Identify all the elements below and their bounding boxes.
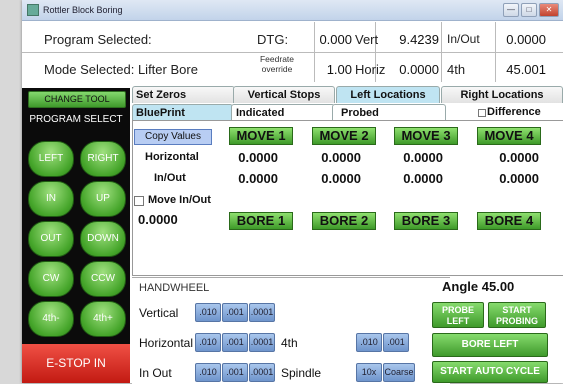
jog-down-button[interactable]: DOWN — [80, 221, 126, 257]
angle-label: Angle — [442, 279, 479, 294]
tab-right-locations[interactable]: Right Locations — [441, 86, 563, 103]
tab-vertical-stops[interactable]: Vertical Stops — [233, 86, 335, 103]
horiz-value: 0.0000 — [399, 62, 439, 77]
angle-readout: Angle 45.00 — [442, 279, 514, 294]
vertical-step-001[interactable]: .001 — [222, 303, 248, 322]
tab-probed[interactable]: Probed — [332, 104, 446, 121]
start-probing-button[interactable]: START PROBING — [488, 302, 546, 328]
inout-step-001[interactable]: .001 — [222, 363, 248, 382]
application-window: Rottler Block Boring — □ ✕ Program Selec… — [22, 0, 563, 384]
horizontal-value-3: 0.0000 — [403, 150, 443, 165]
jog-control-panel: CHANGE TOOL PROGRAM SELECT LEFT RIGHT IN… — [22, 88, 130, 383]
feedrate-value: 1.00 — [326, 62, 352, 77]
angle-value: 45.00 — [481, 279, 515, 294]
tab-blueprint[interactable]: BluePrint — [132, 104, 233, 121]
change-tool-button[interactable]: CHANGE TOOL — [28, 91, 126, 108]
tab-indicated[interactable]: Indicated — [231, 104, 335, 121]
move-2-button[interactable]: MOVE 2 — [312, 127, 376, 145]
inout-step-010[interactable]: .010 — [195, 363, 221, 382]
horizontal-value-4: 0.0000 — [499, 150, 539, 165]
window-title: Rottler Block Boring — [43, 5, 123, 15]
jog-up-button[interactable]: UP — [80, 181, 126, 217]
program-selected-label: Program Selected: — [44, 32, 152, 47]
tab-set-zeros[interactable]: Set Zeros — [132, 86, 235, 103]
handwheel-spindle-label: Spindle — [281, 366, 322, 380]
horizontal-step-001[interactable]: .001 — [222, 333, 248, 352]
bore-left-button[interactable]: BORE LEFT — [432, 333, 548, 357]
window-controls: — □ ✕ — [503, 3, 559, 17]
fourth-axis-label: 4th — [447, 62, 466, 77]
vert-value: 9.4239 — [399, 32, 439, 47]
inout-label: In/Out — [447, 32, 480, 46]
maximize-button[interactable]: □ — [521, 3, 537, 17]
spindle-step-coarse[interactable]: Coarse — [383, 363, 415, 382]
difference-checkbox[interactable] — [478, 109, 486, 117]
handwheel-fourth-label: 4th — [281, 336, 298, 350]
difference-label: Difference — [487, 106, 541, 118]
fourth-step-010[interactable]: .010 — [356, 333, 382, 352]
move-inout-value[interactable]: 0.0000 — [138, 212, 208, 227]
vertical-step-0001[interactable]: .0001 — [249, 303, 275, 322]
fourth-step-001[interactable]: .001 — [383, 333, 409, 352]
status-panel: Program Selected: Mode Selected: Lifter … — [22, 22, 563, 82]
fourth-axis-value: 45.001 — [506, 62, 546, 77]
bore-3-button[interactable]: BORE 3 — [394, 212, 458, 230]
move-inout-label: Move In/Out — [148, 194, 211, 206]
vert-label: Vert — [355, 32, 379, 47]
jog-fourth-plus-button[interactable]: 4th+ — [80, 301, 126, 337]
horizontal-row-label: Horizontal — [145, 151, 199, 163]
move-inout-checkbox[interactable] — [134, 196, 144, 206]
horizontal-step-0001[interactable]: .0001 — [249, 333, 275, 352]
copy-values-button[interactable]: Copy Values — [134, 129, 212, 145]
start-auto-cycle-button[interactable]: START AUTO CYCLE — [432, 361, 548, 383]
horizontal-value-2: 0.0000 — [321, 150, 361, 165]
handwheel-title: HANDWHEEL — [139, 282, 210, 294]
inout-value: 0.0000 — [506, 32, 546, 47]
bore-4-button[interactable]: BORE 4 — [477, 212, 541, 230]
handwheel-inout-label: In Out — [139, 366, 172, 380]
jog-left-button[interactable]: LEFT — [28, 141, 74, 177]
bore-1-button[interactable]: BORE 1 — [229, 212, 293, 230]
jog-ccw-button[interactable]: CCW — [80, 261, 126, 297]
app-icon — [27, 4, 39, 16]
minimize-button[interactable]: — — [503, 3, 519, 17]
tab-left-locations[interactable]: Left Locations — [336, 86, 440, 103]
move-4-button[interactable]: MOVE 4 — [477, 127, 541, 145]
handwheel-horizontal-label: Horizontal — [139, 336, 194, 350]
jog-in-button[interactable]: IN — [28, 181, 74, 217]
inout-value-1: 0.0000 — [238, 171, 278, 186]
program-select-label: PROGRAM SELECT — [29, 114, 123, 125]
inout-value-4: 0.0000 — [499, 171, 539, 186]
horizontal-step-010[interactable]: .010 — [195, 333, 221, 352]
horizontal-value-1: 0.0000 — [238, 150, 278, 165]
feedrate-override-label: Feedrate override — [259, 54, 295, 74]
title-bar: Rottler Block Boring — □ ✕ — [22, 0, 563, 21]
dtg-value: 0.000 — [319, 32, 352, 47]
bore-2-button[interactable]: BORE 2 — [312, 212, 376, 230]
inout-value-3: 0.0000 — [403, 171, 443, 186]
inout-value-2: 0.0000 — [321, 171, 361, 186]
probe-left-button[interactable]: PROBE LEFT — [432, 302, 484, 328]
move-1-button[interactable]: MOVE 1 — [229, 127, 293, 145]
vertical-step-010[interactable]: .010 — [195, 303, 221, 322]
move-3-button[interactable]: MOVE 3 — [394, 127, 458, 145]
mode-selected-label: Mode Selected: Lifter Bore — [44, 62, 198, 77]
dtg-label: DTG: — [257, 32, 289, 47]
jog-right-button[interactable]: RIGHT — [80, 141, 126, 177]
jog-cw-button[interactable]: CW — [28, 261, 74, 297]
estop-button[interactable]: E-STOP IN — [22, 344, 130, 383]
inout-row-label: In/Out — [154, 172, 186, 184]
jog-fourth-minus-button[interactable]: 4th- — [28, 301, 74, 337]
spindle-step-10x[interactable]: 10x — [356, 363, 382, 382]
jog-out-button[interactable]: OUT — [28, 221, 74, 257]
close-button[interactable]: ✕ — [539, 3, 559, 17]
handwheel-vertical-label: Vertical — [139, 306, 179, 320]
inout-step-0001[interactable]: .0001 — [249, 363, 275, 382]
